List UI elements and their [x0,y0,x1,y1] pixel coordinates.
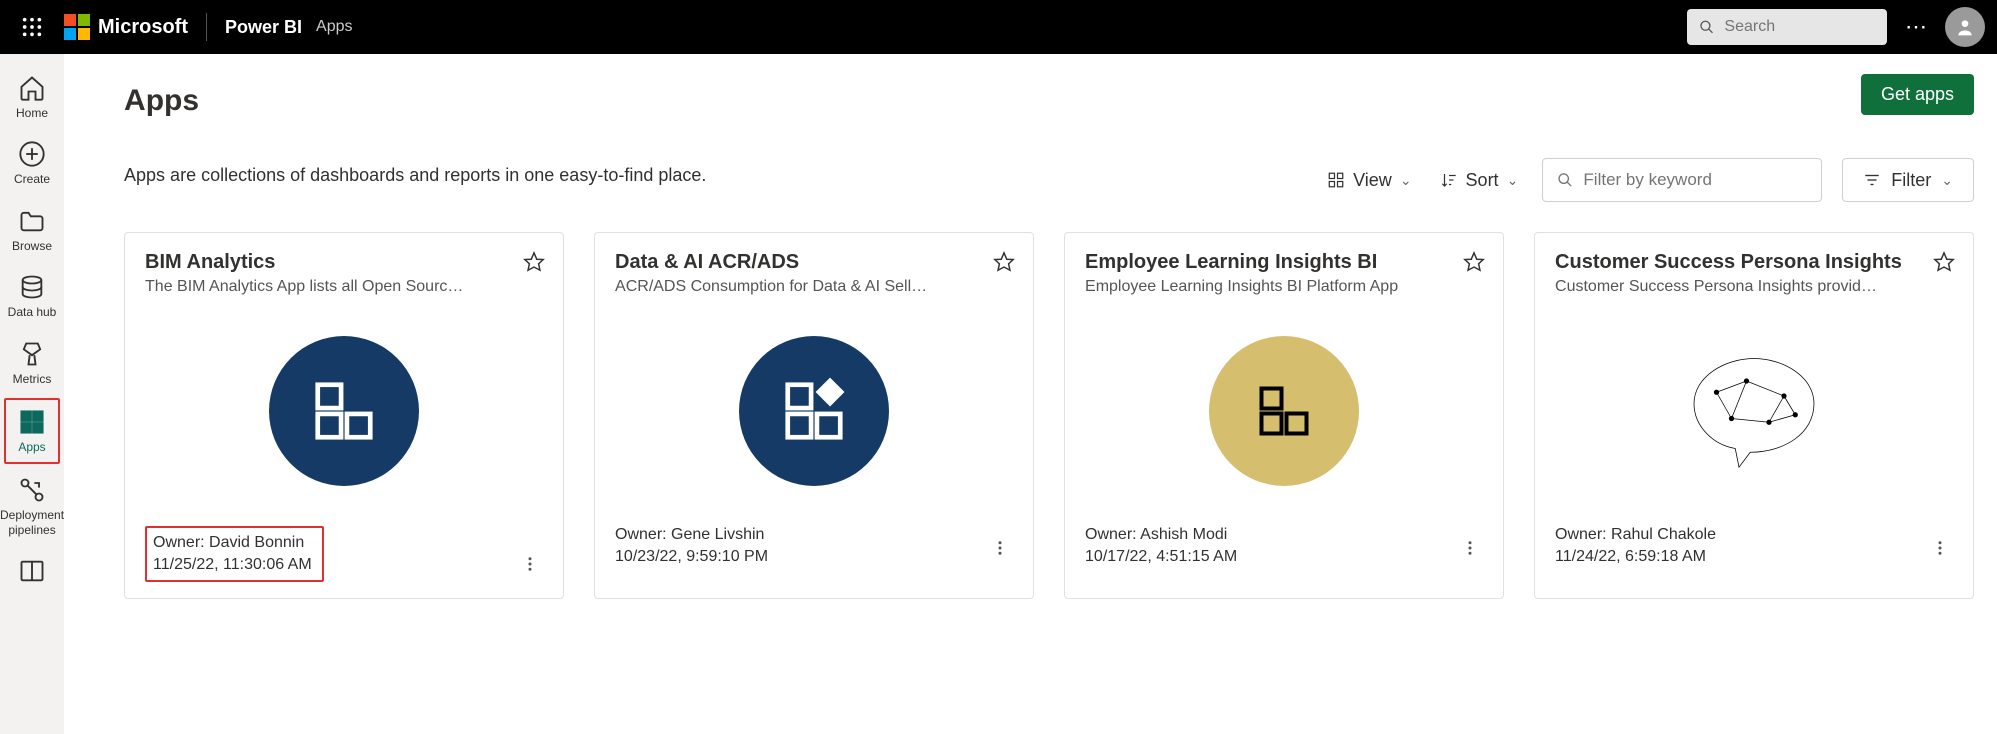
global-search[interactable] [1687,9,1887,45]
card-timestamp: 11/24/22, 6:59:18 AM [1555,548,1716,566]
app-launcher-icon[interactable] [12,7,52,47]
nav-apps-label: Apps [18,440,45,454]
nav-browse[interactable]: Browse [0,197,64,263]
grid-view-icon [1327,171,1345,189]
nav-metrics-label: Metrics [13,372,52,386]
nav-pipelines-label: Deployment pipelines [0,508,64,537]
nav-apps[interactable]: Apps [4,398,60,464]
chevron-down-icon: ⌄ [1400,172,1412,189]
product-name[interactable]: Power BI [225,17,302,38]
card-title: BIM Analytics [145,251,543,274]
owner-block: Owner: Rahul Chakole 11/24/22, 6:59:18 AM [1555,526,1716,566]
card-timestamp: 10/17/22, 4:51:15 AM [1085,548,1237,566]
nav-pipelines[interactable]: Deployment pipelines [0,466,64,547]
global-search-input[interactable] [1724,18,1875,36]
card-more-icon[interactable] [1927,535,1953,566]
owner-block: Owner: David Bonnin 11/25/22, 11:30:06 AM [145,526,324,582]
favorite-icon[interactable] [1463,251,1485,278]
card-description: The BIM Analytics App lists all Open Sou… [145,278,505,296]
filter-keyword[interactable] [1542,158,1822,202]
card-owner: Owner: Rahul Chakole [1555,526,1716,544]
left-nav: Home Create Browse Data hub Metrics Apps… [0,54,64,734]
nav-create[interactable]: Create [0,130,64,196]
get-apps-button[interactable]: Get apps [1861,74,1974,115]
sort-label: Sort [1466,170,1499,191]
nav-browse-label: Browse [12,239,52,253]
app-card[interactable]: Employee Learning Insights BI Employee Le… [1064,232,1504,599]
card-title: Data & AI ACR/ADS [615,251,1013,274]
card-more-icon[interactable] [1457,535,1483,566]
nav-datahub[interactable]: Data hub [0,263,64,329]
card-description: Employee Learning Insights BI Platform A… [1085,278,1445,296]
search-icon [1699,18,1714,36]
main-content: Get apps Apps Apps are collections of da… [64,54,1997,734]
card-owner: Owner: David Bonnin [153,534,312,552]
nav-extra[interactable] [0,547,64,595]
cards-container: BIM Analytics The BIM Analytics App lists… [124,232,1974,599]
search-icon [1557,171,1573,189]
card-more-icon[interactable] [517,551,543,582]
card-timestamp: 10/23/22, 9:59:10 PM [615,548,768,566]
filter-keyword-input[interactable] [1583,170,1807,190]
microsoft-logo[interactable]: Microsoft [64,14,188,40]
card-title: Customer Success Persona Insights [1555,251,1953,274]
nav-create-label: Create [14,172,50,186]
app-card[interactable]: BIM Analytics The BIM Analytics App lists… [124,232,564,599]
card-owner: Owner: Gene Livshin [615,526,768,544]
chevron-down-icon: ⌄ [1941,172,1953,189]
owner-block: Owner: Gene Livshin 10/23/22, 9:59:10 PM [615,526,768,566]
sort-dropdown[interactable]: Sort ⌄ [1436,164,1523,197]
more-options-icon[interactable]: ⋯ [1905,14,1927,40]
nav-datahub-label: Data hub [8,305,57,319]
card-title: Employee Learning Insights BI [1085,251,1483,274]
nav-home-label: Home [16,106,48,120]
favorite-icon[interactable] [1933,251,1955,278]
top-bar: Microsoft Power BI Apps ⋯ [0,0,1997,54]
favorite-icon[interactable] [993,251,1015,278]
nav-home[interactable]: Home [0,64,64,130]
favorite-icon[interactable] [523,251,545,278]
user-avatar[interactable] [1945,7,1985,47]
microsoft-brand-text: Microsoft [98,16,188,39]
view-label: View [1353,170,1392,191]
card-timestamp: 11/25/22, 11:30:06 AM [153,556,312,574]
card-owner: Owner: Ashish Modi [1085,526,1237,544]
card-description: Customer Success Persona Insights provid… [1555,278,1915,296]
filter-label: Filter [1891,170,1931,191]
section-name[interactable]: Apps [316,18,352,36]
microsoft-logo-icon [64,14,90,40]
page-title: Apps [124,84,1974,118]
card-description: ACR/ADS Consumption for Data & AI Sell… [615,278,975,296]
owner-block: Owner: Ashish Modi 10/17/22, 4:51:15 AM [1085,526,1237,566]
nav-metrics[interactable]: Metrics [0,330,64,396]
page-subtitle: Apps are collections of dashboards and r… [124,165,706,186]
header-divider [206,13,207,41]
filter-button[interactable]: Filter ⌄ [1842,158,1974,202]
sort-icon [1440,171,1458,189]
filter-icon [1863,171,1881,189]
view-dropdown[interactable]: View ⌄ [1323,164,1415,197]
chevron-down-icon: ⌄ [1507,172,1519,189]
app-card[interactable]: Customer Success Persona Insights Custome… [1534,232,1974,599]
toolbar: View ⌄ Sort ⌄ Filter ⌄ [1323,158,1974,202]
card-more-icon[interactable] [987,535,1013,566]
app-card[interactable]: Data & AI ACR/ADS ACR/ADS Consumption for… [594,232,1034,599]
